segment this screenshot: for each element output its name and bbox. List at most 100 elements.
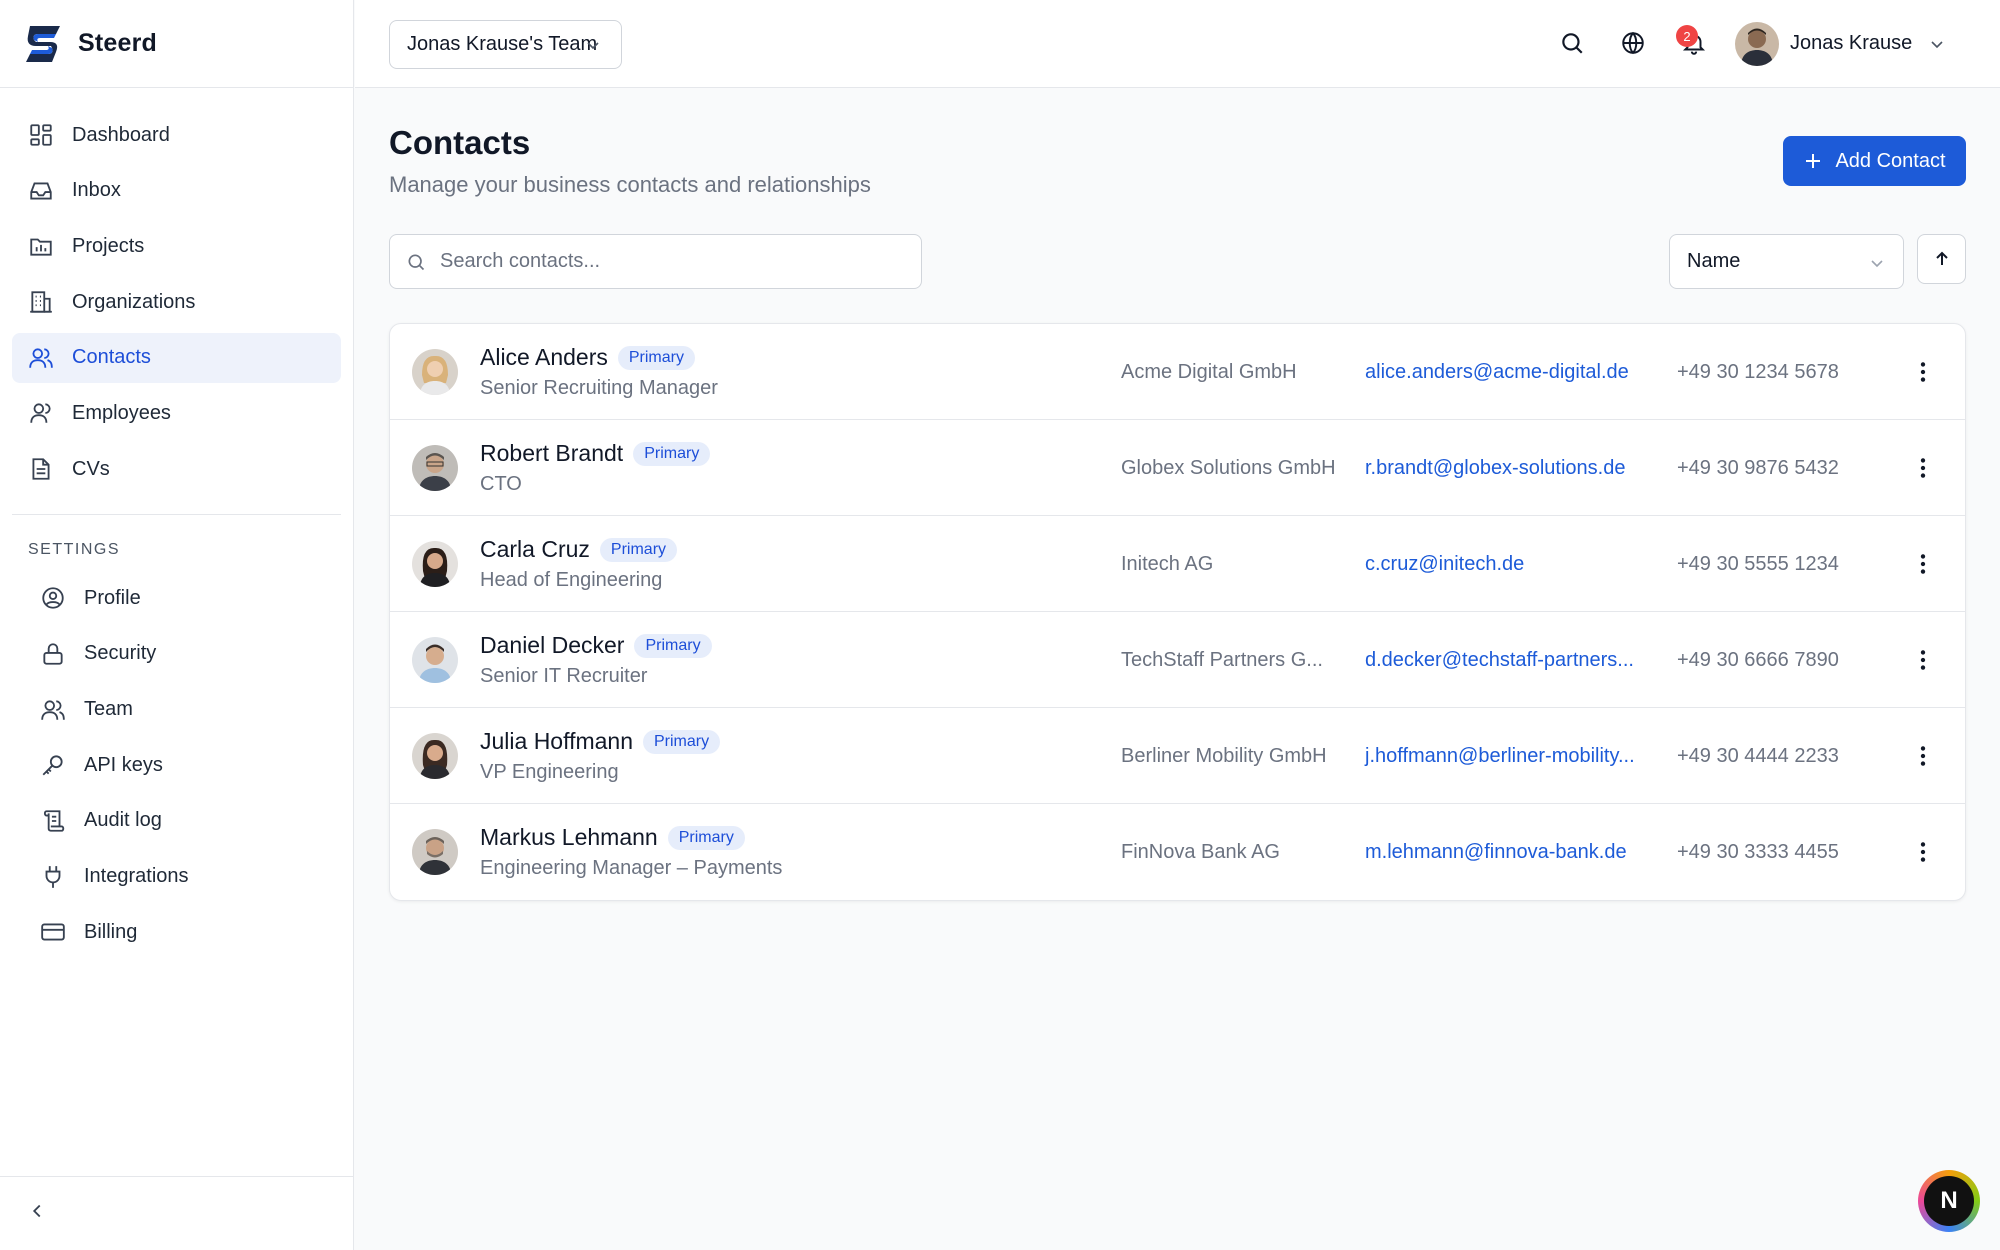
search-icon[interactable] (1559, 30, 1585, 56)
contact-name-wrap: Daniel Decker Primary (480, 632, 712, 659)
sidebar-item-profile[interactable]: Profile (24, 573, 341, 623)
sort-select[interactable]: Name (1669, 234, 1904, 289)
primary-badge: Primary (667, 826, 745, 850)
list-item[interactable]: Daniel Decker Primary Senior IT Recruiter… (390, 612, 1965, 708)
search-input[interactable] (440, 250, 900, 273)
avatar (412, 445, 458, 491)
plug-icon (45, 865, 61, 888)
contact-name-wrap: Markus Lehmann Primary (480, 824, 745, 851)
sidebar-item-cvs[interactable]: CVs (12, 444, 341, 494)
credit-card-icon (41, 923, 65, 941)
avatar (412, 541, 458, 587)
contact-email[interactable]: c.cruz@initech.de (1365, 553, 1524, 576)
contact-phone: +49 30 4444 2233 (1677, 745, 1839, 767)
contact-role: Senior Recruiting Manager (480, 377, 718, 399)
users-icon (29, 348, 53, 368)
contact-phone: +49 30 6666 7890 (1677, 649, 1839, 671)
sidebar-item-contacts[interactable]: Contacts (12, 332, 341, 383)
contact-phone: +49 30 3333 4455 (1677, 841, 1839, 863)
user-name[interactable]: Jonas Krause (1790, 32, 1912, 55)
steerd-logo-icon (26, 25, 60, 62)
sidebar-item-label: Inbox (72, 179, 121, 202)
sidebar-item-employees[interactable]: Employees (12, 388, 341, 438)
chevron-down-icon (1871, 260, 1883, 268)
contact-phone: +49 30 9876 5432 (1677, 457, 1839, 479)
contact-email[interactable]: m.lehmann@finnova-bank.de (1365, 841, 1627, 864)
more-vertical-icon[interactable] (1910, 359, 1936, 385)
sidebar-item-team[interactable]: Team (24, 685, 341, 735)
sidebar-item-inbox[interactable]: Inbox (12, 166, 341, 216)
contact-name[interactable]: Robert Brandt (480, 440, 623, 466)
team-selector[interactable]: Jonas Krause's Team (389, 20, 622, 69)
user-avatar[interactable] (1735, 22, 1779, 66)
contact-email[interactable]: alice.anders@acme-digital.de (1365, 361, 1629, 384)
notification-badge: 2 (1676, 25, 1698, 47)
contact-email[interactable]: r.brandt@globex-solutions.de (1365, 457, 1625, 480)
collapse-sidebar-button[interactable] (26, 1200, 48, 1227)
search-icon (408, 254, 425, 270)
contact-name-wrap: Robert Brandt Primary (480, 440, 711, 467)
sidebar-item-label: Billing (84, 920, 138, 943)
sidebar-item-billing[interactable]: Billing (24, 907, 341, 957)
dev-tools-button[interactable]: N (1918, 1170, 1980, 1232)
sidebar-item-api-keys[interactable]: API keys (24, 740, 341, 790)
contact-name[interactable]: Julia Hoffmann (480, 728, 633, 754)
contact-name[interactable]: Daniel Decker (480, 632, 624, 658)
plus-icon (1806, 154, 1821, 168)
contact-email[interactable]: d.decker@techstaff-partners... (1365, 649, 1634, 672)
primary-badge: Primary (643, 730, 721, 754)
add-contact-button[interactable]: Add Contact (1783, 136, 1966, 186)
sidebar-item-label: API keys (84, 753, 163, 776)
list-item[interactable]: Alice Anders Primary Senior Recruiting Ma… (390, 324, 1965, 420)
avatar-image (412, 445, 458, 491)
avatar (412, 349, 458, 395)
avatar-image (1735, 22, 1779, 66)
list-item[interactable]: Carla Cruz Primary Head of Engineering In… (390, 516, 1965, 612)
sidebar-item-dashboard[interactable]: Dashboard (12, 110, 341, 160)
contact-email[interactable]: j.hoffmann@berliner-mobility... (1365, 745, 1635, 768)
team-name: Jonas Krause's Team (407, 33, 598, 55)
more-vertical-icon[interactable] (1910, 839, 1936, 865)
sidebar-item-label: Dashboard (72, 123, 170, 146)
contacts-list: Alice Anders Primary Senior Recruiting Ma… (389, 323, 1966, 901)
contact-name[interactable]: Markus Lehmann (480, 824, 658, 850)
sort-direction-button[interactable] (1917, 234, 1966, 284)
page-subtitle: Manage your business contacts and relati… (389, 172, 871, 197)
user-circle-icon (42, 587, 64, 609)
add-contact-label: Add Contact (1835, 149, 1946, 172)
sidebar-item-label: Projects (72, 234, 145, 257)
contact-organization: Globex Solutions GmbH (1121, 457, 1336, 479)
more-vertical-icon[interactable] (1910, 647, 1936, 673)
sidebar-item-projects[interactable]: Projects (12, 221, 341, 271)
sidebar-item-integrations[interactable]: Integrations (24, 852, 341, 902)
list-item[interactable]: Julia Hoffmann Primary VP Engineering Ber… (390, 708, 1965, 804)
globe-icon[interactable] (1620, 30, 1646, 56)
sidebar-divider (12, 514, 341, 516)
sidebar-item-audit-log[interactable]: Audit log (24, 796, 341, 846)
primary-badge: Primary (599, 538, 678, 562)
contact-name-wrap: Julia Hoffmann Primary (480, 728, 721, 755)
list-item[interactable]: Robert Brandt Primary CTO Globex Solution… (390, 420, 1965, 516)
sidebar-item-label: Team (84, 698, 133, 720)
contact-name[interactable]: Alice Anders (480, 344, 608, 370)
sidebar-item-label: Profile (84, 586, 141, 609)
chevron-left-icon (32, 1204, 41, 1218)
list-item[interactable]: Markus Lehmann Primary Engineering Manage… (390, 804, 1965, 900)
contact-name[interactable]: Carla Cruz (480, 536, 590, 562)
document-icon (32, 458, 50, 480)
primary-badge: Primary (617, 346, 695, 370)
chevron-down-icon[interactable] (1929, 36, 1945, 52)
sidebar-item-organizations[interactable]: Organizations (12, 277, 341, 327)
more-vertical-icon[interactable] (1910, 743, 1936, 769)
chevron-down-icon (587, 42, 599, 50)
search-box (389, 234, 922, 289)
sidebar-item-security[interactable]: Security (24, 629, 341, 679)
avatar-image (412, 733, 458, 779)
sidebar-item-label: Organizations (72, 290, 196, 313)
avatar-image (412, 829, 458, 875)
brand[interactable]: Steerd (0, 0, 353, 88)
more-vertical-icon[interactable] (1910, 455, 1936, 481)
lock-icon (43, 643, 63, 665)
contact-role: Engineering Manager – Payments (480, 857, 783, 879)
more-vertical-icon[interactable] (1910, 551, 1936, 577)
